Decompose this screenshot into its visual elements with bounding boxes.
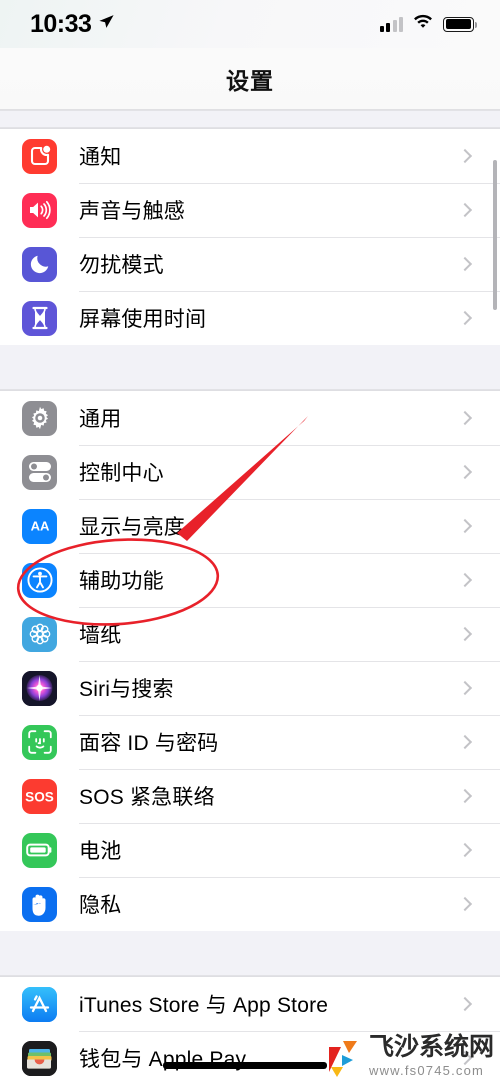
settings-row[interactable]: SOS SOS 紧急联络 [0, 769, 500, 823]
settings-row-label: 控制中心 [79, 462, 164, 485]
watermark-url: www.fs0745.com [368, 1063, 485, 1078]
accessibility-icon [22, 562, 57, 598]
settings-row[interactable]: 通知 [0, 129, 500, 183]
settings-row[interactable]: AA 显示与亮度 [0, 499, 500, 553]
settings-row-label: 辅助功能 [79, 570, 164, 593]
svg-text:SOS: SOS [25, 789, 54, 804]
settings-row[interactable]: iTunes Store 与 App Store [0, 977, 500, 1031]
settings-row-label: 面容 ID 与密码 [79, 732, 219, 755]
status-bar: 10:33 [0, 0, 500, 48]
settings-row-label: Siri与搜索 [79, 678, 174, 701]
chevron-right-icon [457, 842, 473, 858]
status-bar-left: 10:33 [30, 10, 115, 39]
settings-row-label: 电池 [79, 840, 122, 863]
flower-wallpaper-icon [22, 616, 57, 652]
settings-row[interactable]: 墙纸 [0, 607, 500, 661]
settings-row-label: 显示与亮度 [79, 516, 185, 539]
settings-row-label: SOS 紧急联络 [79, 786, 215, 809]
gear-icon [22, 400, 57, 436]
speaker-waves-icon [22, 192, 57, 228]
battery-full-icon [443, 16, 478, 32]
face-id-icon [22, 724, 57, 760]
settings-list[interactable]: 通知声音与触感勿扰模式屏幕使用时间 通用控制中心 AA 显示与亮度辅助功能墙纸 Siri… [0, 110, 500, 1085]
settings-row[interactable]: 电池 [0, 823, 500, 877]
settings-row[interactable]: 控制中心 [0, 445, 500, 499]
nav-bar: 设置 [0, 48, 500, 110]
svg-text:AA: AA [30, 519, 49, 534]
chevron-right-icon [457, 734, 473, 750]
settings-row-label: 勿扰模式 [79, 254, 164, 277]
moon-icon [22, 246, 57, 282]
group-gap [0, 931, 500, 976]
chevron-right-icon [457, 310, 473, 326]
group-gap [0, 345, 500, 390]
fs-logo-icon [327, 1038, 363, 1078]
group-1: 通知声音与触感勿扰模式屏幕使用时间 [0, 128, 500, 345]
chevron-right-icon [457, 518, 473, 534]
settings-row[interactable]: 通用 [0, 391, 500, 445]
wifi-icon [412, 14, 434, 35]
wallet-icon [22, 1040, 57, 1076]
settings-row[interactable]: Siri与搜索 [0, 661, 500, 715]
scrollbar-thumb[interactable] [493, 160, 497, 310]
chevron-right-icon [457, 410, 473, 426]
app-store-icon [22, 986, 57, 1022]
aa-text-icon: AA [22, 508, 57, 544]
settings-row-label: iTunes Store 与 App Store [79, 994, 329, 1017]
notification-badge-icon [22, 138, 57, 174]
chevron-right-icon [457, 464, 473, 480]
sos-icon: SOS [22, 778, 57, 814]
chevron-right-icon [457, 680, 473, 696]
settings-row[interactable]: 勿扰模式 [0, 237, 500, 291]
settings-row-label: 声音与触感 [79, 200, 185, 223]
settings-row-label: 通用 [79, 408, 122, 431]
chevron-right-icon [457, 572, 473, 588]
chevron-right-icon [457, 996, 473, 1012]
group-2: 通用 控制中心 AA 显示与亮度 辅助功能 墙纸 Siri与搜索 面容 ID 与密码 SOS SO… [0, 390, 500, 931]
chevron-right-icon [457, 896, 473, 912]
chevron-right-icon [457, 788, 473, 804]
siri-orb-icon [22, 670, 57, 706]
settings-row-label: 墙纸 [79, 624, 122, 647]
hand-raised-icon [22, 886, 57, 922]
chevron-right-icon [457, 148, 473, 164]
watermark: 飞沙系统网 www.fs0745.com [327, 1035, 494, 1078]
chevron-right-icon [457, 256, 473, 272]
watermark-name: 飞沙系统网 [368, 1033, 494, 1061]
settings-row-label: 屏幕使用时间 [79, 308, 207, 331]
settings-row-label: 通知 [79, 146, 122, 169]
chevron-right-icon [457, 202, 473, 218]
hourglass-icon [22, 300, 57, 336]
settings-row[interactable]: 声音与触感 [0, 183, 500, 237]
toggles-icon [22, 454, 57, 490]
group-gap-top [0, 110, 500, 128]
settings-row[interactable]: 辅助功能 [0, 553, 500, 607]
settings-row[interactable]: 面容 ID 与密码 [0, 715, 500, 769]
settings-row-label: 隐私 [79, 894, 122, 917]
settings-row[interactable]: 隐私 [0, 877, 500, 931]
settings-row[interactable]: 屏幕使用时间 [0, 291, 500, 345]
status-bar-clock: 10:33 [30, 9, 92, 38]
page-title: 设置 [226, 67, 274, 94]
location-arrow-icon [98, 13, 115, 35]
battery-icon [22, 832, 57, 868]
status-bar-right [379, 14, 478, 35]
chevron-right-icon [457, 626, 473, 642]
cellular-signal-icon [379, 16, 403, 32]
